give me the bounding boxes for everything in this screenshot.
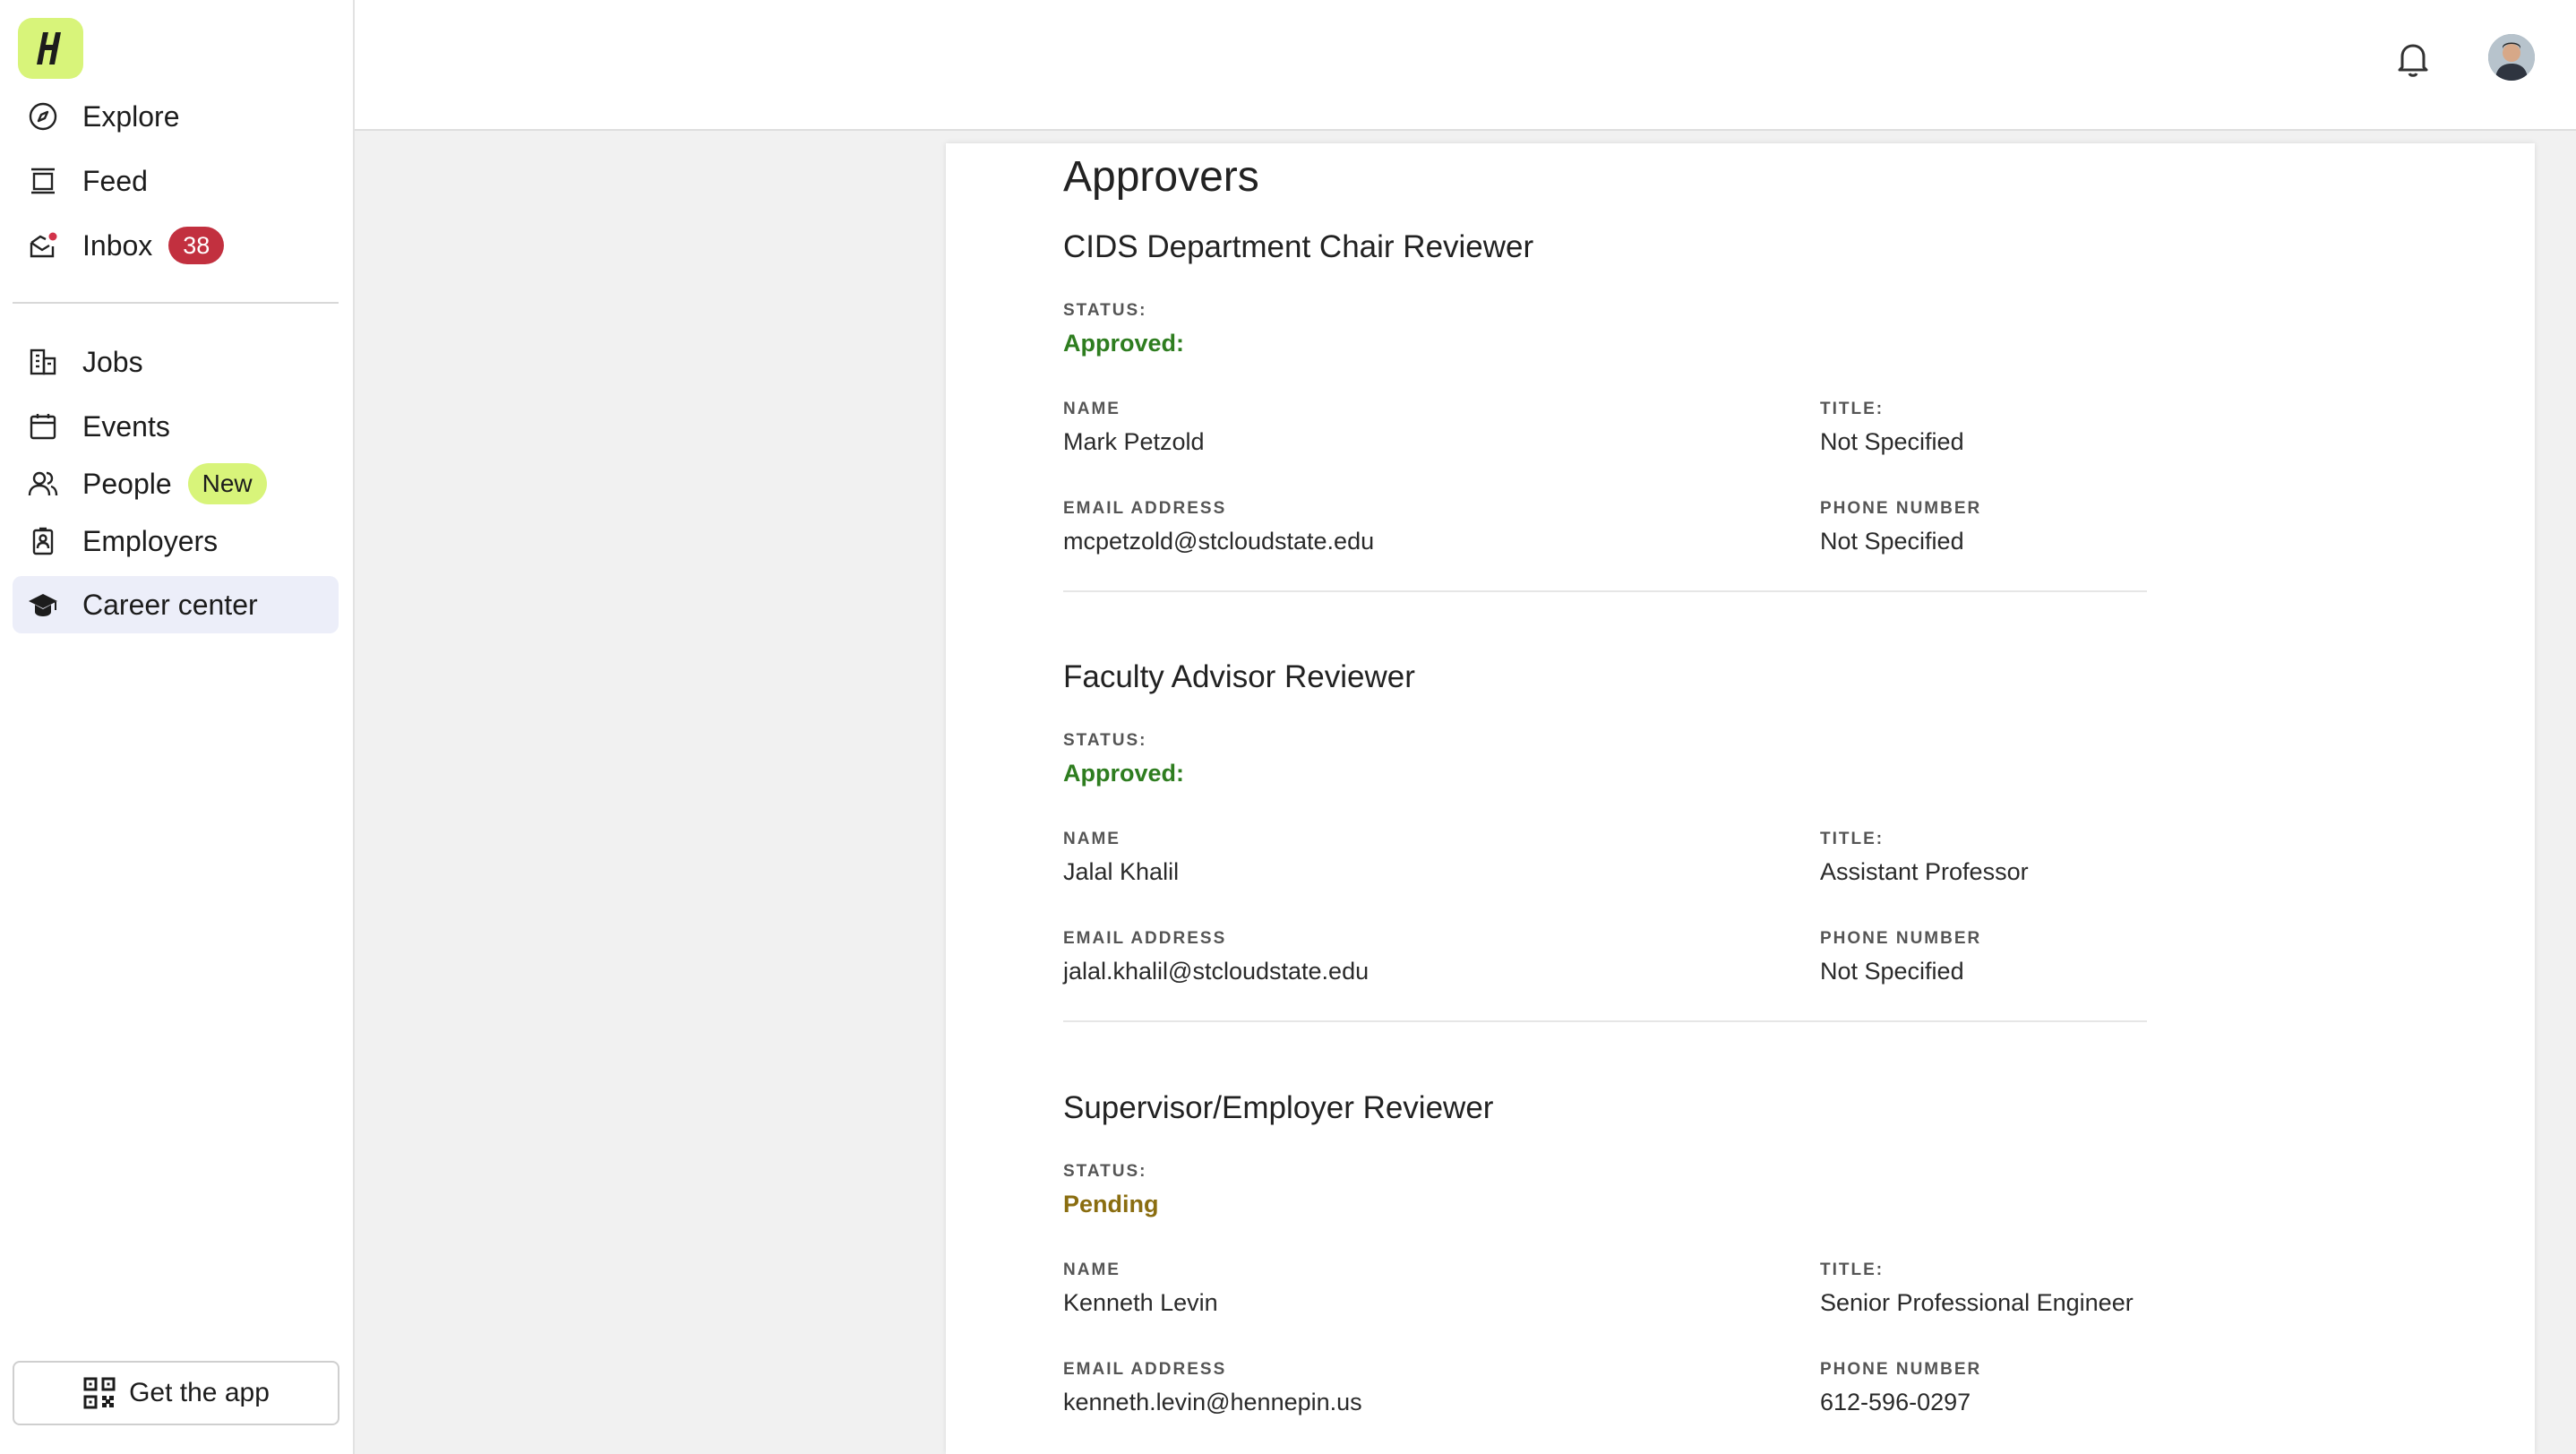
nav-jobs-label: Jobs [82,345,143,378]
approver-phone: 612-596-0297 [1820,1389,1971,1415]
approver-name: Mark Petzold [1063,428,1205,455]
nav-explore-label: Explore [82,99,180,133]
approvers-card: Approvers CIDS Department Chair Reviewer… [946,143,2535,1454]
calendar-icon [27,410,59,443]
name-label: NAME [1063,1260,1121,1279]
name-label: NAME [1063,400,1121,418]
nav-employers[interactable]: Employers [13,512,339,570]
approver-name: Jalal Khalil [1063,858,1180,885]
approver-phone: Not Specified [1820,958,1964,985]
phone-label: PHONE NUMBER [1820,1360,1982,1379]
title-label: TITLE: [1820,1260,1885,1279]
approver-status: Pending [1063,1191,1159,1217]
phone-label: PHONE NUMBER [1820,499,1982,518]
nav-inbox[interactable]: Inbox 38 [13,217,339,274]
sidebar: Explore Feed Inbox 38 Jobs Events People… [0,0,355,1454]
email-label: EMAIL ADDRESS [1063,1360,1227,1379]
title-label: TITLE: [1820,400,1885,418]
sidebar-divider [13,302,339,304]
nav-career-center[interactable]: Career center [13,576,339,633]
nav-jobs[interactable]: Jobs [13,333,339,391]
status-label: STATUS: [1063,1162,1147,1181]
approver-role: Supervisor/Employer Reviewer [1063,1090,1494,1125]
approver-email: mcpetzold@stcloudstate.edu [1063,528,1375,555]
nav-events[interactable]: Events [13,398,339,455]
inbox-unread-badge: 38 [168,227,225,264]
approver-role: Faculty Advisor Reviewer [1063,659,1415,694]
approver-divider [1063,590,2147,592]
approver-title-value: Assistant Professor [1820,858,2029,885]
name-label: NAME [1063,830,1121,848]
nav-feed-label: Feed [82,164,148,197]
section-title: Approvers [1063,153,1259,201]
approver-title-value: Not Specified [1820,428,1964,455]
approver-role: CIDS Department Chair Reviewer [1063,229,1534,264]
qr-code-icon [83,1377,116,1409]
nav-people-label: People [82,467,172,500]
logo-h-icon [36,32,61,65]
nav-feed[interactable]: Feed [13,152,339,210]
approver-email: jalal.khalil@stcloudstate.edu [1063,958,1370,985]
approver-status: Approved: [1063,760,1184,787]
approver-phone: Not Specified [1820,528,1964,555]
approver-status: Approved: [1063,330,1184,357]
status-label: STATUS: [1063,731,1147,750]
inbox-icon [27,229,59,262]
compass-icon [27,100,59,133]
feed-icon [27,165,59,197]
people-new-badge: New [187,463,267,504]
get-the-app-button[interactable]: Get the app [13,1361,339,1425]
status-label: STATUS: [1063,301,1147,320]
building-icon [27,346,59,378]
email-label: EMAIL ADDRESS [1063,499,1227,518]
approver-name: Kenneth Levin [1063,1289,1218,1316]
email-label: EMAIL ADDRESS [1063,929,1227,948]
nav-events-label: Events [82,409,170,443]
nav-employers-label: Employers [82,524,219,557]
title-label: TITLE: [1820,830,1885,848]
get-the-app-label: Get the app [129,1378,270,1407]
handshake-logo[interactable] [18,18,83,79]
graduation-cap-icon [27,589,59,621]
approver-divider [1063,1020,2147,1022]
bell-icon[interactable] [2391,38,2434,81]
id-badge-icon [27,525,59,557]
approver-email: kenneth.levin@hennepin.us [1063,1389,1362,1415]
nav-explore[interactable]: Explore [13,88,339,145]
phone-label: PHONE NUMBER [1820,929,1982,948]
nav-people[interactable]: People New [13,455,339,512]
nav-career-center-label: Career center [82,588,258,621]
user-avatar[interactable] [2488,34,2535,81]
top-bar [355,0,2576,131]
people-icon [27,468,59,500]
nav-inbox-label: Inbox [82,228,153,262]
approver-title-value: Senior Professional Engineer [1820,1289,2134,1316]
